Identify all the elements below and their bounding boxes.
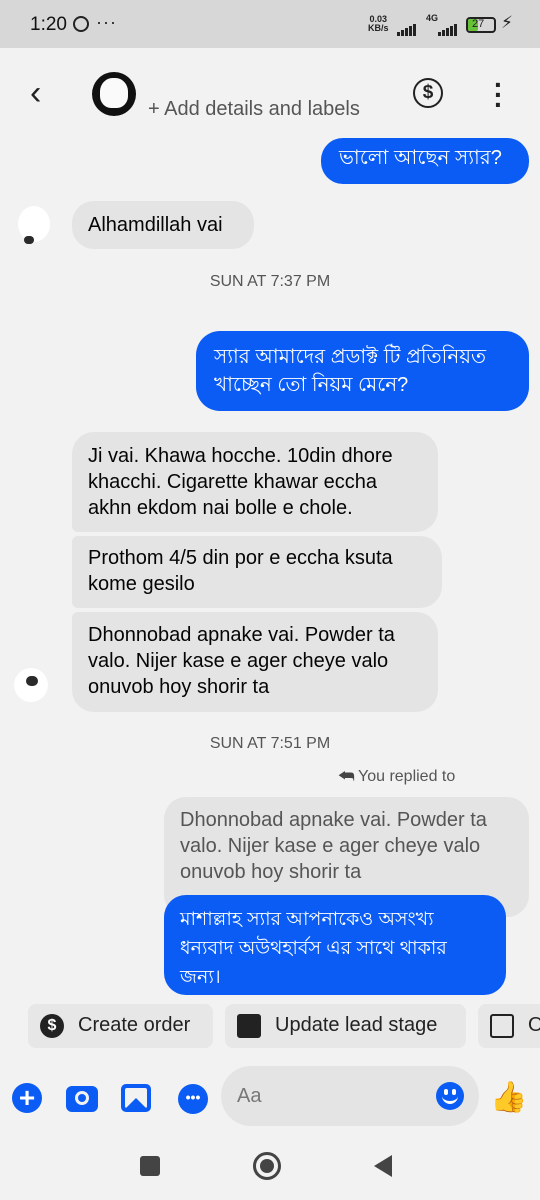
third-action-button[interactable]: O bbox=[478, 1004, 540, 1048]
message-outgoing[interactable]: মাশাল্লাহ স্যার আপনাকেও অসংখ্য ধন্যবাদ অ… bbox=[164, 895, 506, 995]
battery-percent: 27 bbox=[472, 18, 485, 30]
thumbs-up-icon[interactable]: 👍 bbox=[490, 1080, 527, 1115]
redacted-area bbox=[472, 764, 516, 786]
back-icon[interactable]: ‹ bbox=[30, 76, 41, 110]
status-more-dots: ··· bbox=[96, 12, 117, 32]
dollar-icon[interactable]: $ bbox=[413, 78, 443, 108]
message-outgoing[interactable]: ভালো আছেন স্যার? bbox=[321, 138, 529, 184]
chat-bubble-icon[interactable]: ••• bbox=[178, 1084, 208, 1114]
sender-avatar bbox=[18, 206, 50, 242]
network-type: 4G bbox=[426, 13, 439, 23]
reply-label: You replied to bbox=[358, 768, 456, 785]
charging-icon: ⚡ bbox=[501, 13, 513, 32]
list-icon bbox=[490, 1014, 514, 1038]
message-incoming[interactable]: Dhonnobad apnake vai. Powder ta valo. Ni… bbox=[72, 612, 438, 712]
status-time: 1:20 bbox=[30, 14, 67, 35]
network-speed: 0.03 KB/s bbox=[368, 14, 389, 33]
timestamp: SUN AT 7:37 PM bbox=[209, 273, 331, 290]
home-button-dot bbox=[260, 1159, 274, 1173]
sender-avatar-mark bbox=[26, 676, 38, 686]
update-lead-stage-label: Update lead stage bbox=[275, 1014, 438, 1036]
create-order-button[interactable]: $ Create order bbox=[28, 1004, 213, 1048]
sender-avatar-mark bbox=[24, 236, 34, 244]
add-details-link[interactable]: + Add details and labels bbox=[148, 98, 360, 121]
emoji-eye bbox=[444, 1089, 448, 1095]
plus-icon[interactable]: + bbox=[12, 1083, 42, 1113]
gallery-mountain bbox=[126, 1098, 146, 1108]
dollar-icon: $ bbox=[40, 1014, 64, 1038]
redacted-area bbox=[372, 290, 522, 324]
contact-card-icon bbox=[237, 1014, 261, 1038]
signal-icon bbox=[397, 18, 417, 36]
recents-button[interactable] bbox=[140, 1156, 160, 1176]
third-action-label: O bbox=[528, 1014, 540, 1036]
timestamp: SUN AT 7:51 PM bbox=[209, 735, 331, 752]
contact-name-redacted bbox=[156, 64, 286, 84]
create-order-label: Create order bbox=[78, 1014, 191, 1036]
camera-lens-inner bbox=[78, 1094, 86, 1102]
message-outgoing[interactable]: স্যার আমাদের প্রডাক্ট টি প্রতিনিয়ত খাচ্… bbox=[196, 331, 529, 411]
reply-arrow-icon: ⮪ bbox=[338, 766, 355, 786]
contact-avatar[interactable] bbox=[92, 72, 136, 116]
more-options-icon[interactable]: · · · bbox=[494, 71, 503, 119]
message-input-placeholder: Aa bbox=[237, 1085, 262, 1107]
update-lead-stage-button[interactable]: Update lead stage bbox=[225, 1004, 466, 1048]
message-incoming[interactable]: Ji vai. Khawa hocche. 10din dhore khacch… bbox=[72, 432, 438, 532]
emoji-eye bbox=[452, 1089, 456, 1095]
message-incoming[interactable]: Prothom 4/5 din por e eccha ksuta kome g… bbox=[72, 536, 442, 608]
back-button[interactable] bbox=[374, 1155, 392, 1177]
message-incoming[interactable]: Alhamdillah vai bbox=[72, 201, 254, 249]
whatsapp-icon bbox=[73, 16, 89, 32]
signal-icon-2 bbox=[438, 18, 458, 36]
